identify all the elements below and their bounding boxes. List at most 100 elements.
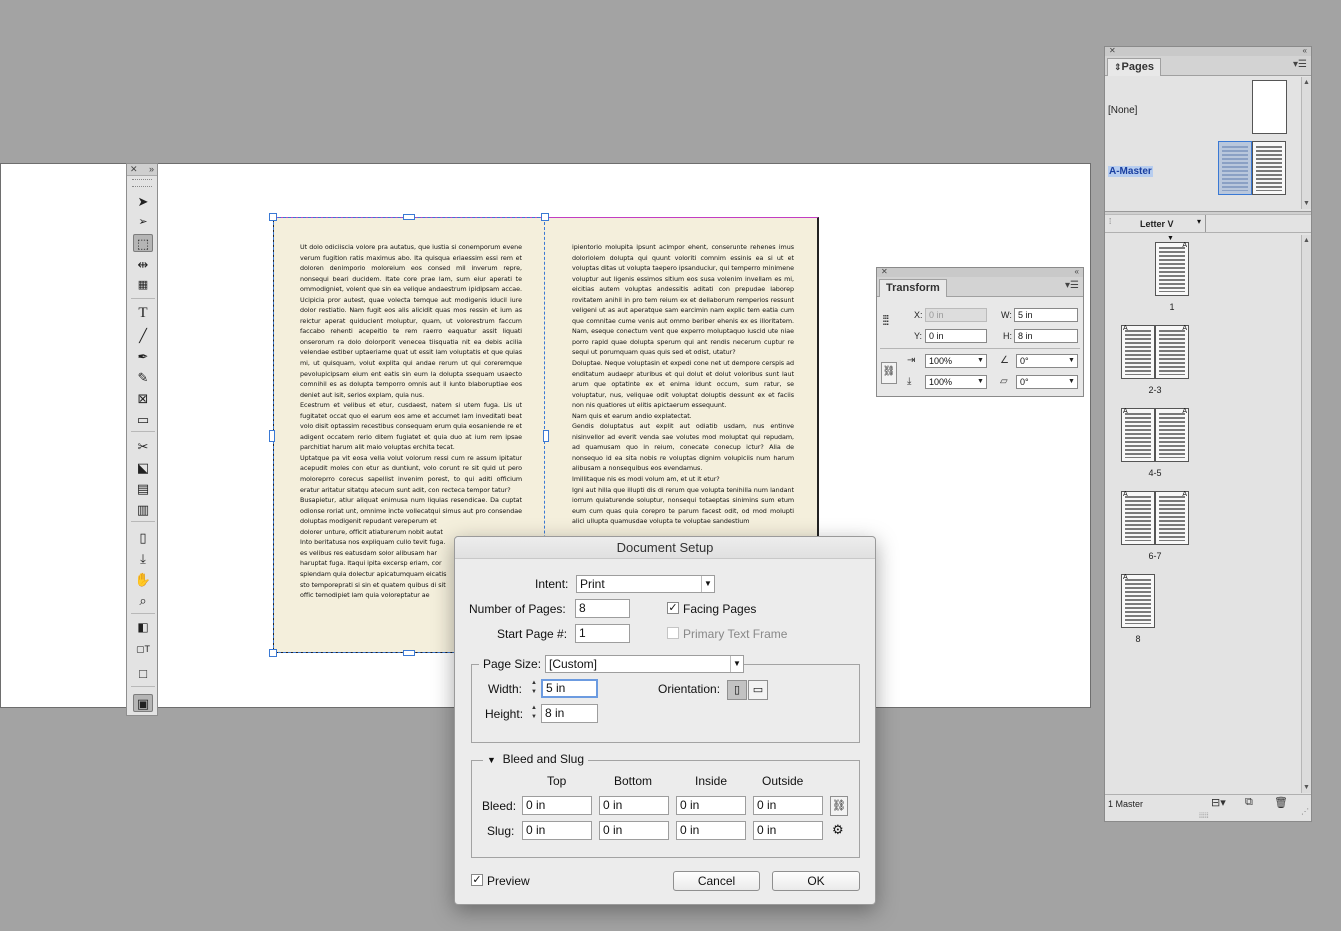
page-thumbnail[interactable]: A [1121, 574, 1155, 628]
y-field[interactable]: 0 in [925, 329, 987, 343]
bleed-inside-field[interactable]: 0 in [676, 796, 746, 815]
new-page-icon[interactable]: ⧉ [1245, 796, 1253, 809]
panel-grip[interactable] [132, 179, 152, 187]
a-master-thumb-right[interactable] [1252, 141, 1286, 195]
page-number-label[interactable]: 8 [1118, 634, 1158, 644]
cancel-button[interactable]: Cancel [673, 871, 760, 891]
slug-outside-field[interactable]: 0 in [753, 821, 823, 840]
close-icon[interactable]: ✕ [1109, 47, 1116, 56]
page-thumbnail[interactable]: A [1121, 408, 1155, 462]
page-number-label[interactable]: 1 [1152, 302, 1192, 312]
page-thumbnail[interactable]: A [1155, 491, 1189, 545]
eyedropper-tool-icon[interactable]: ⤓ [133, 549, 153, 567]
line-tool-icon[interactable]: ╱ [133, 326, 153, 344]
close-icon[interactable]: ✕ [130, 164, 138, 175]
constrain-proportions-icon[interactable]: ⛓ [881, 362, 897, 384]
note-tool-icon[interactable]: ▯ [133, 528, 153, 546]
apply-color-icon[interactable]: □ [133, 664, 153, 682]
none-master-thumb[interactable] [1252, 80, 1287, 134]
gap-tool-icon[interactable]: ⇹ [133, 255, 153, 273]
page-size-select[interactable]: [Custom] ▼ [545, 655, 744, 673]
intent-select[interactable]: Print ▼ [576, 575, 715, 593]
collapse-icon[interactable]: » [149, 164, 154, 175]
a-master-thumb-left[interactable] [1218, 141, 1252, 195]
dialog-title[interactable]: Document Setup [455, 537, 875, 559]
preview-label[interactable]: Preview [487, 874, 530, 888]
type-tool-icon[interactable]: T [133, 304, 153, 322]
facing-pages-label[interactable]: Facing Pages [683, 602, 756, 616]
portrait-orientation-icon[interactable]: ▯ [727, 680, 747, 700]
bleed-top-field[interactable]: 0 in [522, 796, 592, 815]
page-size-label[interactable]: Letter V [1140, 219, 1174, 229]
bleed-link-icon[interactable]: ⛓ [830, 796, 848, 816]
direct-selection-tool-icon[interactable]: ➢ [133, 213, 153, 231]
resize-handle-t[interactable] [403, 214, 415, 220]
close-icon[interactable]: ✕ [881, 268, 888, 277]
bleed-outside-field[interactable]: 0 in [753, 796, 823, 815]
resize-handle-b[interactable] [403, 650, 415, 656]
rectangle-frame-tool-icon[interactable]: ⊠ [133, 389, 153, 407]
rectangle-tool-icon[interactable]: ▭ [133, 410, 153, 428]
slug-top-field[interactable]: 0 in [522, 821, 592, 840]
zoom-tool-icon[interactable]: ⌕ [133, 591, 153, 609]
page-thumbnail[interactable]: A [1155, 242, 1189, 296]
reference-point-icon[interactable]: ⁞⁞⁞ [882, 312, 890, 328]
page-thumbnail[interactable]: A [1155, 325, 1189, 379]
scissors-tool-icon[interactable]: ✂ [133, 437, 153, 455]
content-collector-icon[interactable]: ▦ [133, 276, 153, 294]
page-thumbnail[interactable]: A [1121, 325, 1155, 379]
gradient-swatch-tool-icon[interactable]: ▤ [133, 479, 153, 497]
page-tool-icon[interactable]: ⬚ [133, 234, 153, 252]
resize-handle-tl[interactable] [269, 213, 277, 221]
slug-inside-field[interactable]: 0 in [676, 821, 746, 840]
page-number-label[interactable]: 2-3 [1135, 385, 1175, 395]
w-field[interactable]: 5 in [1014, 308, 1078, 322]
screen-mode-icon[interactable]: ▣ [133, 694, 153, 712]
resize-handle-r[interactable] [543, 430, 549, 442]
free-transform-tool-icon[interactable]: ⬕ [133, 458, 153, 476]
edit-page-size-icon[interactable]: ⊟▾ [1211, 796, 1226, 809]
width-stepper-icon[interactable]: ▲ ▼ [529, 679, 539, 698]
page-thumbnail[interactable]: A [1121, 491, 1155, 545]
start-page-field[interactable]: 1 [575, 624, 630, 643]
shear-field[interactable]: 0° ▼ [1016, 375, 1078, 389]
slug-bottom-field[interactable]: 0 in [599, 821, 669, 840]
pen-tool-icon[interactable]: ✒ [133, 347, 153, 365]
fill-stroke-swatch-icon[interactable]: ◧ [133, 618, 153, 636]
slug-link-icon[interactable]: ⚙ [832, 822, 844, 838]
h-field[interactable]: 8 in [1014, 329, 1078, 343]
masters-scrollbar[interactable]: ▲ ▼ [1301, 77, 1311, 209]
panel-grip-icon[interactable]: ⁞⁞⁞⁞⁞ [1199, 813, 1209, 820]
width-field[interactable]: 5 in [541, 679, 598, 698]
hand-tool-icon[interactable]: ✋ [133, 570, 153, 588]
none-master-label[interactable]: [None] [1108, 105, 1137, 116]
collapse-icon[interactable]: « [1303, 47, 1307, 56]
scale-y-field[interactable]: 100% ▼ [925, 375, 987, 389]
resize-grip-icon[interactable]: ⋰ [1301, 807, 1309, 816]
resize-handle-bl[interactable] [269, 649, 277, 657]
tab-pages[interactable]: ⇕Pages [1107, 58, 1161, 76]
height-stepper-icon[interactable]: ▲ ▼ [529, 704, 539, 723]
page-thumbnail[interactable]: A [1155, 408, 1189, 462]
scale-x-field[interactable]: 100% ▼ [925, 354, 987, 368]
ok-button[interactable]: OK [772, 871, 860, 891]
number-of-pages-field[interactable]: 8 [575, 599, 630, 618]
gradient-feather-tool-icon[interactable]: ▥ [133, 500, 153, 518]
page-number-label[interactable]: 4-5 [1135, 468, 1175, 478]
formatting-affects-container-icon[interactable]: ▢T [133, 640, 153, 658]
bleed-bottom-field[interactable]: 0 in [599, 796, 669, 815]
x-field[interactable]: 0 in [925, 308, 987, 322]
height-field[interactable]: 8 in [541, 704, 598, 723]
facing-pages-checkbox[interactable]: ✓ [667, 602, 679, 614]
chevron-down-icon[interactable]: ▾ [1197, 217, 1201, 226]
resize-handle-tr[interactable] [541, 213, 549, 221]
tab-transform[interactable]: Transform [879, 279, 947, 297]
trash-icon[interactable]: 🗑 [1274, 796, 1288, 809]
bleed-slug-toggle[interactable]: ▼ Bleed and Slug [483, 752, 588, 766]
resize-handle-l[interactable] [269, 430, 275, 442]
pencil-tool-icon[interactable]: ✎ [133, 368, 153, 386]
pages-scrollbar[interactable]: ▲ ▼ [1301, 235, 1311, 793]
collapse-icon[interactable]: « [1075, 268, 1079, 277]
panel-menu-icon[interactable]: ▾☰ [1293, 59, 1307, 70]
landscape-orientation-icon[interactable]: ▭ [748, 680, 768, 700]
